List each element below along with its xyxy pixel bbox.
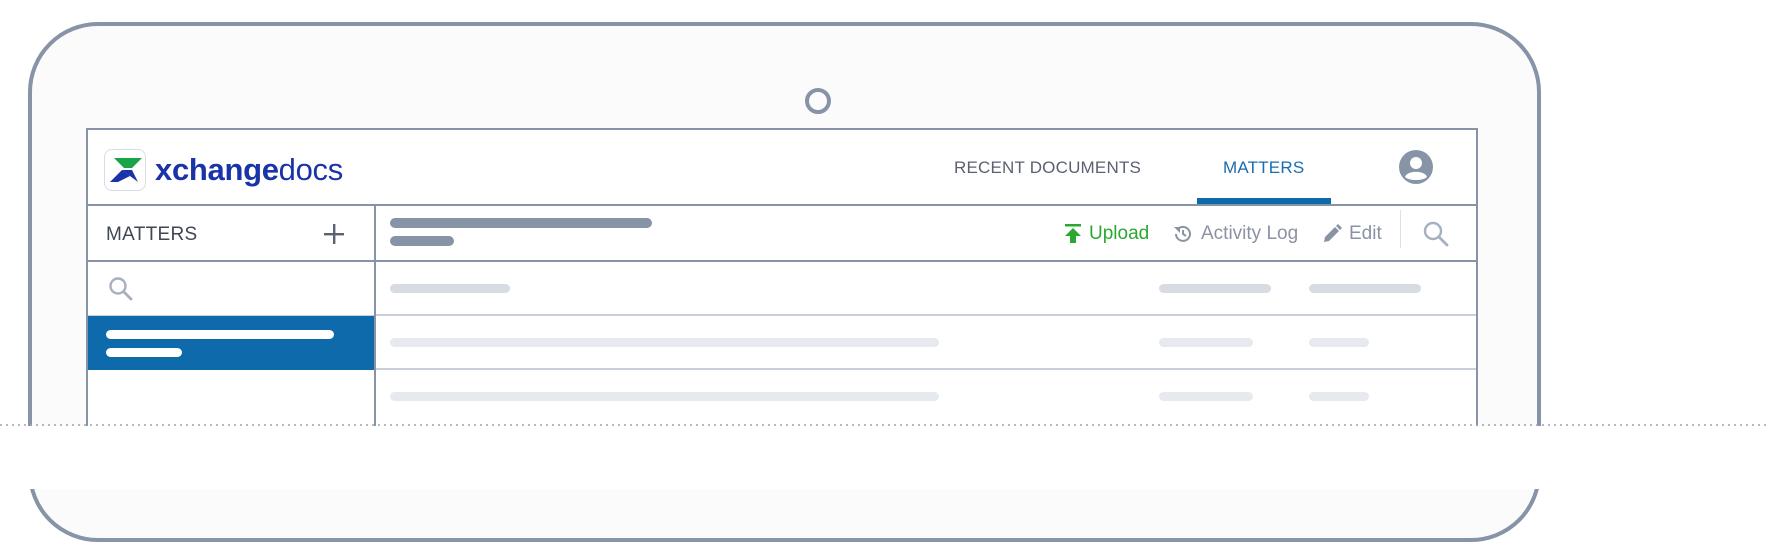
logo-text-bold: xchange <box>155 152 279 187</box>
search-icon <box>108 276 134 307</box>
activity-log-label: Activity Log <box>1201 223 1299 244</box>
placeholder-cell <box>1309 338 1369 347</box>
activity-log-button[interactable]: Activity Log <box>1172 222 1298 246</box>
edit-label: Edit <box>1349 223 1382 244</box>
upload-button[interactable]: Upload <box>1064 222 1149 246</box>
placeholder-column-header <box>1309 284 1421 293</box>
nav-recent-documents[interactable]: RECENT DOCUMENTS <box>954 158 1141 178</box>
placeholder-cell <box>1309 392 1369 401</box>
edit-button[interactable]: Edit <box>1322 222 1382 246</box>
matter-detail-panel: Upload Activity Log Edit <box>376 206 1476 428</box>
app-screen: xchangedocs RECENT DOCUMENTS MATTERS MAT… <box>86 128 1478 428</box>
placeholder-column-header <box>1159 284 1271 293</box>
placeholder-cell <box>390 392 939 401</box>
placeholder-text-line <box>106 330 334 339</box>
placeholder-subtitle-line <box>390 236 454 246</box>
sidebar-item-selected[interactable] <box>88 316 374 370</box>
active-tab-indicator <box>1197 198 1331 204</box>
toolbar-divider <box>1400 210 1401 248</box>
logo-text-light: docs <box>278 152 344 187</box>
camera-icon <box>805 88 831 114</box>
nav-matters[interactable]: MATTERS <box>1223 158 1304 178</box>
table-row[interactable] <box>376 316 1476 370</box>
placeholder-cell <box>1159 392 1253 401</box>
table-row[interactable] <box>376 370 1476 424</box>
table-header-row <box>376 262 1476 316</box>
fade-out-area <box>0 426 1769 489</box>
user-circle-icon <box>1399 150 1433 184</box>
document-search-button[interactable] <box>1422 220 1450 253</box>
upload-label: Upload <box>1089 223 1150 244</box>
sidebar-search[interactable] <box>88 262 374 316</box>
logo-wordmark: xchangedocs <box>155 152 343 188</box>
sidebar-title: MATTERS <box>106 224 198 245</box>
user-avatar[interactable] <box>1398 149 1434 190</box>
placeholder-cell <box>390 338 939 347</box>
placeholder-cell <box>1159 338 1253 347</box>
history-icon <box>1174 225 1191 242</box>
top-navigation-bar: xchangedocs RECENT DOCUMENTS MATTERS <box>88 130 1476 206</box>
matter-header: Upload Activity Log Edit <box>376 206 1476 262</box>
matters-sidebar: MATTERS <box>88 206 376 428</box>
pencil-icon <box>1324 224 1342 242</box>
search-icon <box>1423 221 1449 247</box>
sidebar-header: MATTERS <box>88 206 374 262</box>
plus-icon <box>324 224 344 244</box>
logo-mark-icon <box>104 149 146 191</box>
upload-icon <box>1065 224 1081 243</box>
placeholder-title-line <box>390 218 652 228</box>
placeholder-column-header <box>390 284 510 293</box>
brand-logo[interactable]: xchangedocs <box>104 148 343 192</box>
add-matter-button[interactable] <box>322 222 346 246</box>
placeholder-text-line <box>106 348 182 357</box>
